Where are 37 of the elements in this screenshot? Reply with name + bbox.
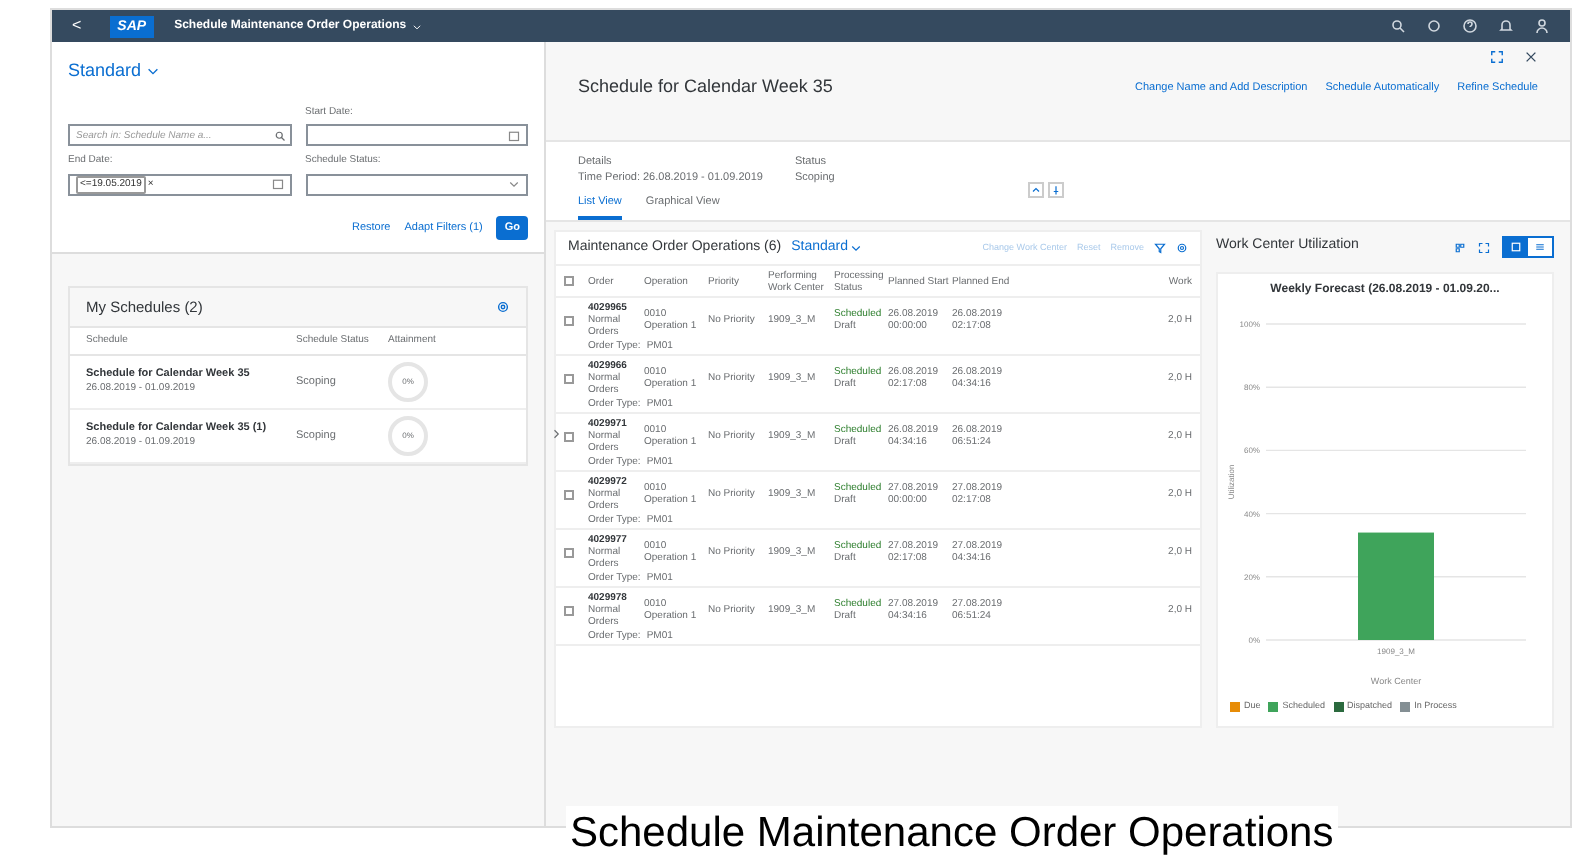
page-title: Schedule for Calendar Week 35 bbox=[578, 74, 833, 100]
checkbox[interactable] bbox=[564, 489, 574, 499]
collapse-icon[interactable] bbox=[1028, 182, 1044, 198]
pin-icon[interactable] bbox=[1048, 182, 1064, 198]
fullscreen-icon[interactable] bbox=[1478, 241, 1490, 253]
checkbox[interactable] bbox=[564, 547, 574, 557]
checkbox[interactable] bbox=[564, 276, 574, 286]
variant-selector[interactable]: Standard bbox=[68, 58, 160, 85]
calendar-icon bbox=[508, 129, 520, 141]
schedule-status-dropdown[interactable] bbox=[305, 173, 528, 195]
checkbox[interactable] bbox=[564, 605, 574, 615]
currency-icon[interactable] bbox=[1426, 18, 1442, 34]
checkbox[interactable] bbox=[564, 315, 574, 325]
legend-icon[interactable] bbox=[1454, 241, 1466, 253]
search-icon bbox=[273, 129, 285, 141]
chevron-right-icon[interactable] bbox=[550, 428, 562, 440]
help-icon[interactable] bbox=[1462, 18, 1478, 34]
chevron-down-icon bbox=[145, 64, 160, 79]
checkbox[interactable] bbox=[564, 431, 574, 441]
checkbox[interactable] bbox=[564, 373, 574, 383]
filter-icon[interactable] bbox=[1154, 242, 1166, 254]
calendar-icon bbox=[271, 178, 283, 190]
settings-icon[interactable] bbox=[1176, 242, 1188, 254]
bar bbox=[1358, 532, 1434, 640]
chevron-down-icon bbox=[508, 178, 520, 190]
notification-icon[interactable] bbox=[1498, 18, 1514, 34]
table-icon[interactable] bbox=[1528, 238, 1552, 256]
user-icon[interactable] bbox=[1534, 18, 1550, 34]
back-button[interactable]: < bbox=[64, 18, 90, 34]
chevron-down-icon bbox=[850, 242, 863, 254]
close-icon[interactable] bbox=[1524, 50, 1538, 64]
caret-icon[interactable] bbox=[412, 21, 423, 31]
fullscreen-icon[interactable] bbox=[1490, 50, 1504, 64]
start-date-field[interactable] bbox=[305, 124, 528, 146]
settings-icon[interactable] bbox=[496, 299, 510, 314]
search-icon[interactable] bbox=[1390, 18, 1406, 34]
chart-icon[interactable] bbox=[1504, 238, 1528, 256]
